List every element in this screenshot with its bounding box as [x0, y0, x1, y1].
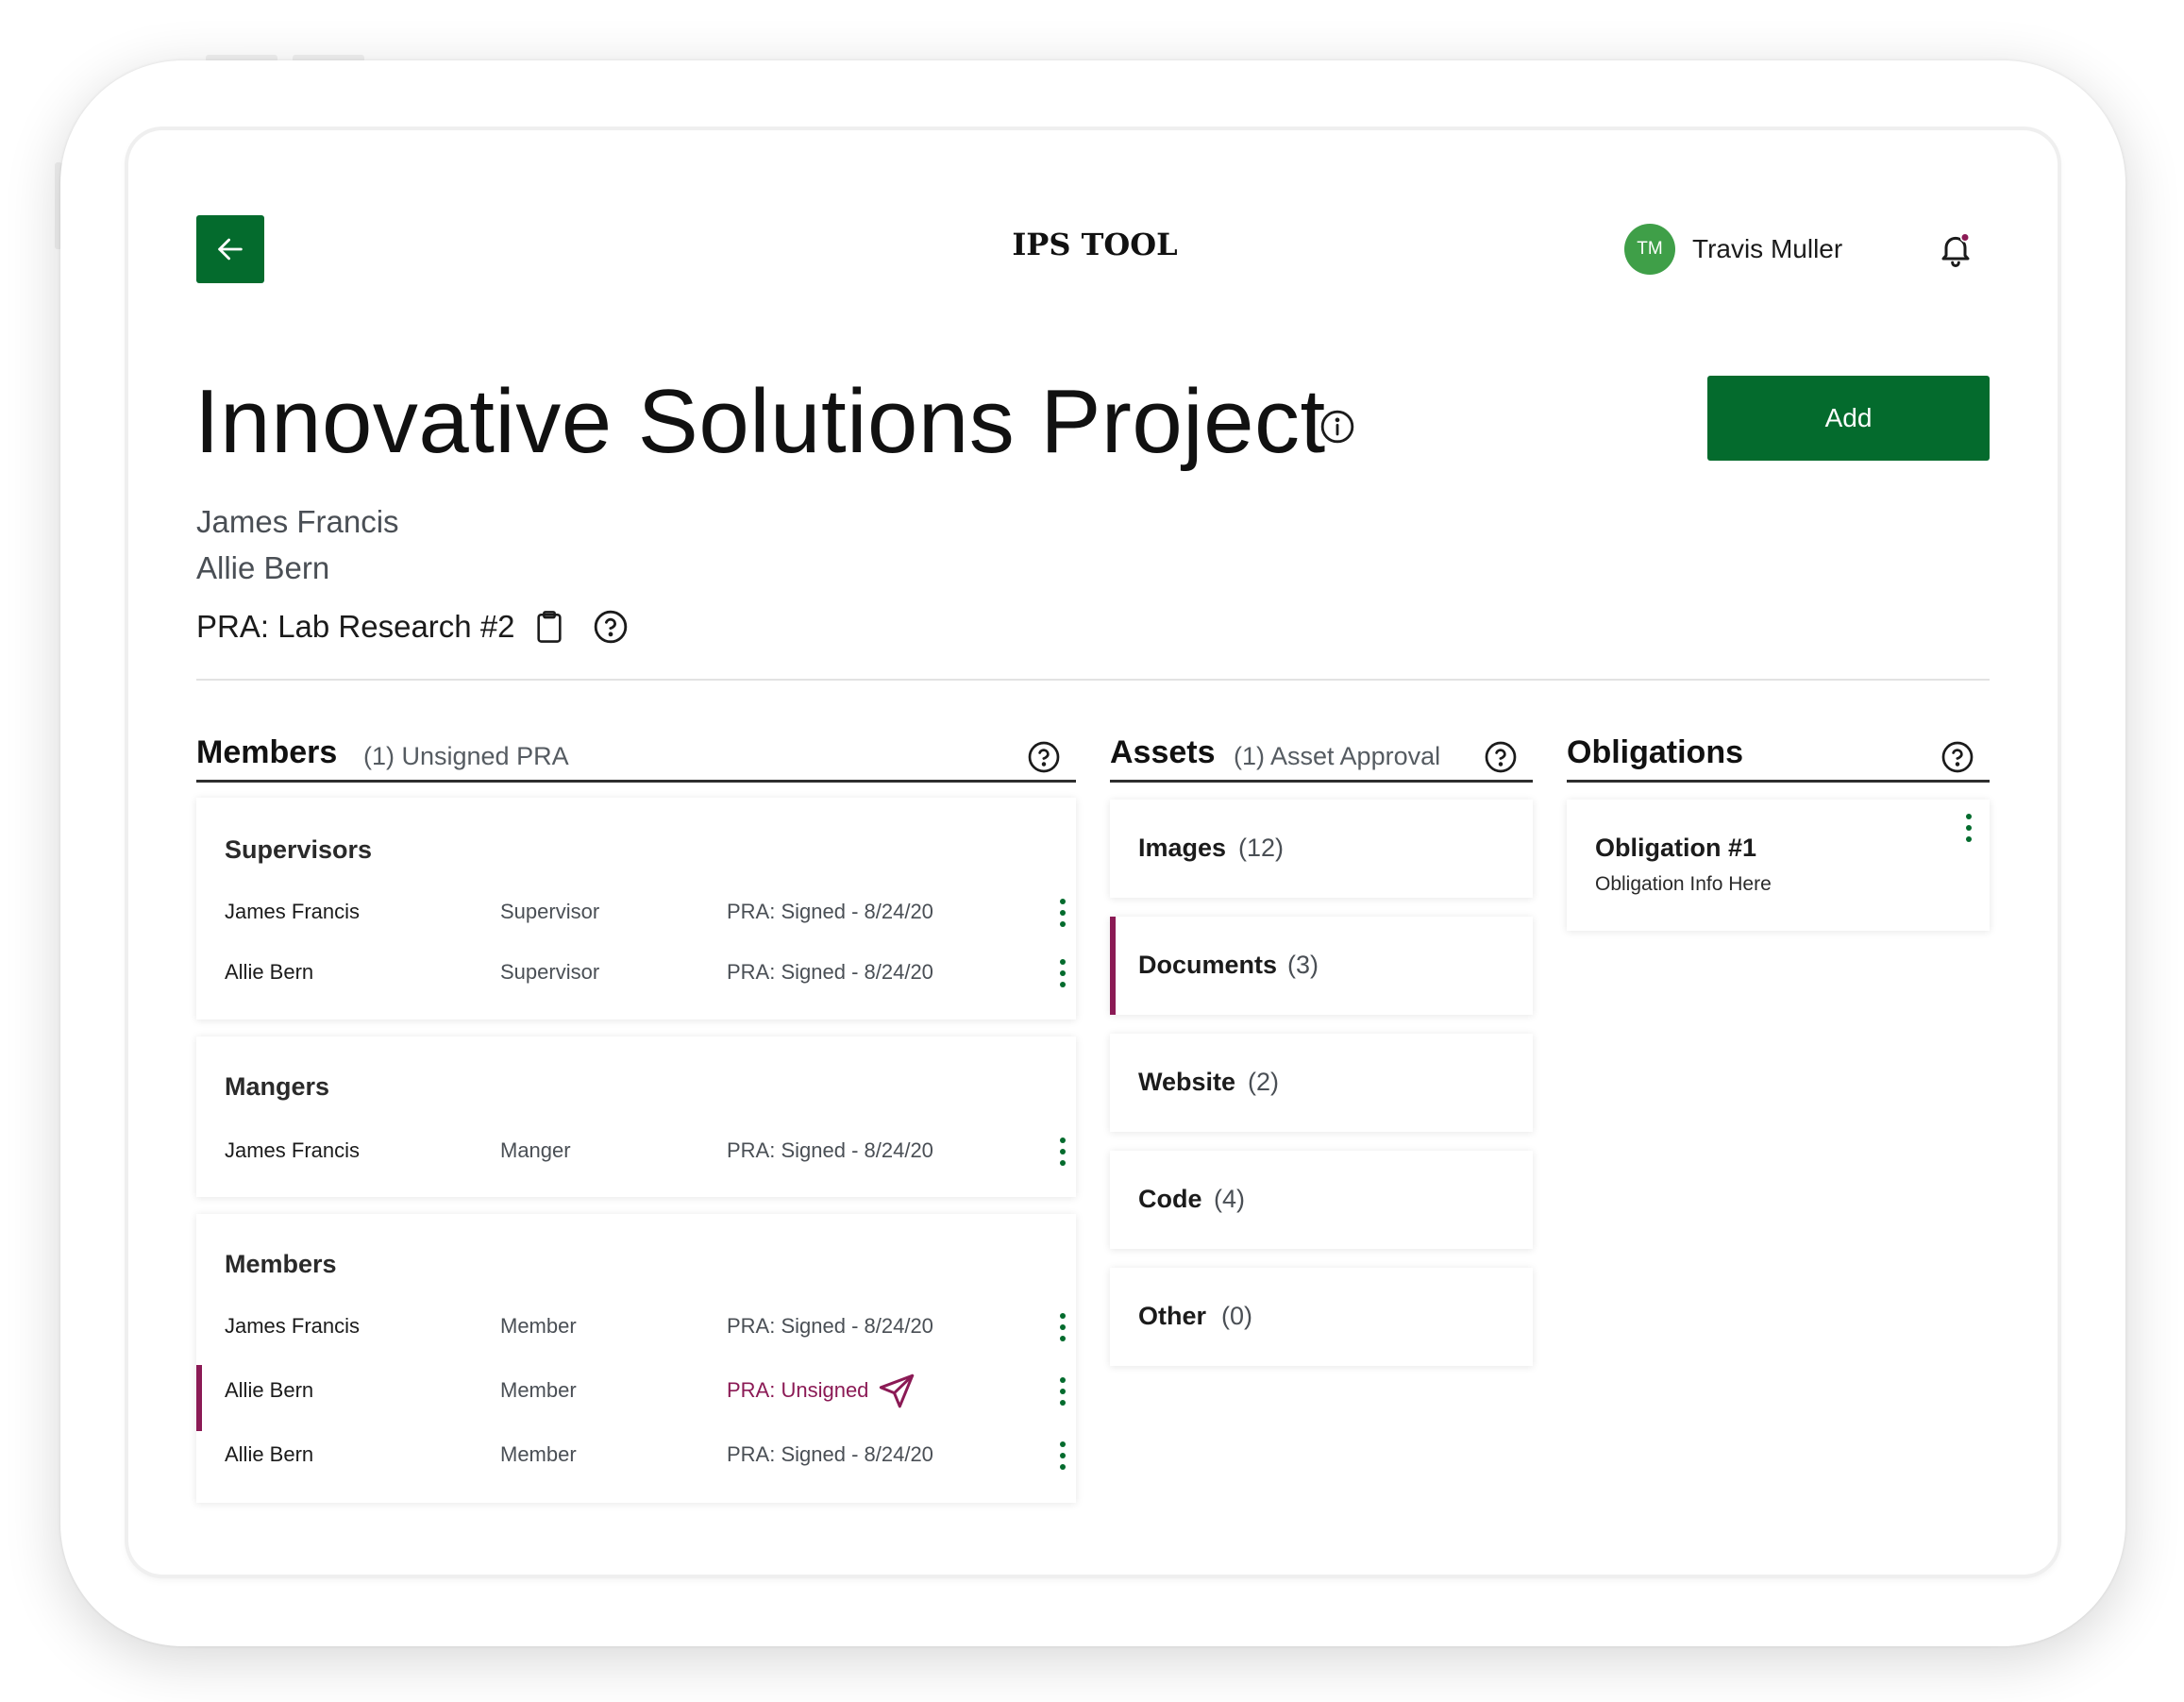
asset-count: (2) [1248, 1068, 1279, 1096]
table-row[interactable]: James Francis Supervisor PRA: Signed - 8… [196, 894, 1076, 932]
pra-status: PRA: Signed - 8/24/20 [727, 1442, 933, 1466]
asset-count: (0) [1221, 1302, 1252, 1330]
send-icon[interactable] [878, 1373, 916, 1410]
asset-label: Code [1138, 1185, 1202, 1213]
supervisors-card: Supervisors James Francis Supervisor PRA… [196, 798, 1076, 1020]
member-name: James Francis [225, 900, 361, 923]
member-name: Allie Bern [225, 1378, 314, 1402]
table-row[interactable]: James Francis Member PRA: Signed - 8/24/… [196, 1308, 1076, 1346]
member-name: James Francis [225, 1138, 361, 1162]
member-role: Member [500, 1314, 577, 1338]
page-title: Innovative Solutions Project [194, 371, 1326, 472]
pra-status: PRA: Signed - 8/24/20 [727, 1138, 933, 1162]
asset-label: Website [1138, 1068, 1236, 1096]
arrow-left-icon [214, 233, 246, 265]
back-button[interactable] [196, 215, 264, 283]
members-header: Members (1) Unsigned PRA [196, 733, 1076, 783]
pra-status: PRA: Signed - 8/24/20 [727, 1314, 933, 1338]
member-role: Member [500, 1442, 577, 1466]
member-name: Allie Bern [225, 960, 314, 984]
add-button[interactable]: Add [1707, 376, 1990, 461]
help-icon[interactable] [1484, 740, 1518, 774]
asset-count: (12) [1238, 834, 1285, 862]
obligation-title: Obligation #1 [1595, 834, 1757, 862]
member-role: Member [500, 1378, 577, 1402]
pra-status: PRA: Signed - 8/24/20 [727, 960, 933, 984]
pra-status-unsigned: PRA: Unsigned [727, 1378, 869, 1402]
obligations-title: Obligations [1567, 734, 1743, 770]
notification-bell-icon[interactable] [1937, 230, 1974, 268]
member-role: Manger [500, 1138, 571, 1162]
asset-item-code[interactable]: Code (4) [1110, 1151, 1533, 1249]
more-vert-icon[interactable] [1053, 1441, 1072, 1471]
asset-count: (4) [1214, 1185, 1245, 1213]
row-highlight-bar [196, 1365, 202, 1431]
more-vert-icon[interactable] [1053, 1376, 1072, 1407]
asset-label: Images [1138, 834, 1227, 862]
more-vert-icon[interactable] [1053, 898, 1072, 928]
asset-label: Documents [1138, 951, 1278, 979]
user-name[interactable]: Travis Muller [1692, 234, 1842, 264]
more-vert-icon[interactable] [1053, 1137, 1072, 1167]
member-role: Supervisor [500, 900, 600, 923]
group-title: Supervisors [225, 835, 373, 864]
member-name: Allie Bern [225, 1442, 314, 1466]
app-title: IPS TOOL [1012, 227, 1178, 262]
asset-highlight-bar [1110, 917, 1116, 1015]
pra-label: PRA: Lab Research #2 [196, 609, 515, 644]
clipboard-icon[interactable] [533, 609, 565, 645]
project-person: Allie Bern [196, 550, 330, 585]
member-role: Supervisor [500, 960, 600, 984]
obligation-info: Obligation Info Here [1595, 873, 1772, 895]
help-icon[interactable] [593, 609, 629, 645]
help-icon[interactable] [1940, 740, 1974, 774]
obligations-header: Obligations [1567, 733, 1990, 783]
pra-status: PRA: Signed - 8/24/20 [727, 900, 933, 923]
section-divider [196, 679, 1990, 681]
table-row-unsigned[interactable]: Allie Bern Member PRA: Unsigned [196, 1365, 1076, 1431]
asset-item-documents[interactable]: Documents (3) [1110, 917, 1533, 1015]
table-row[interactable]: James Francis Manger PRA: Signed - 8/24/… [196, 1133, 1076, 1171]
project-person: James Francis [196, 504, 399, 539]
table-row[interactable]: Allie Bern Supervisor PRA: Signed - 8/24… [196, 954, 1076, 992]
group-title: Members [225, 1250, 337, 1278]
asset-item-website[interactable]: Website (2) [1110, 1034, 1533, 1132]
managers-card: Mangers James Francis Manger PRA: Signed… [196, 1036, 1076, 1197]
asset-item-other[interactable]: Other (0) [1110, 1268, 1533, 1366]
more-vert-icon[interactable] [1959, 813, 1978, 843]
members-title: Members [196, 734, 338, 770]
help-icon[interactable] [1027, 740, 1061, 774]
member-name: James Francis [225, 1314, 361, 1338]
obligation-card[interactable]: Obligation #1 Obligation Info Here [1567, 800, 1990, 931]
assets-header: Assets (1) Asset Approval [1110, 733, 1533, 783]
group-title: Mangers [225, 1072, 330, 1101]
more-vert-icon[interactable] [1053, 1312, 1072, 1342]
info-icon[interactable] [1319, 409, 1355, 445]
more-vert-icon[interactable] [1053, 958, 1072, 988]
assets-title: Assets [1110, 734, 1216, 770]
table-row[interactable]: Allie Bern Member PRA: Signed - 8/24/20 [196, 1437, 1076, 1475]
assets-subtitle: (1) Asset Approval [1234, 742, 1441, 770]
asset-label: Other [1138, 1302, 1207, 1330]
asset-item-images[interactable]: Images (12) [1110, 800, 1533, 898]
asset-count: (3) [1287, 951, 1319, 979]
members-card: Members James Francis Member PRA: Signed… [196, 1214, 1076, 1503]
members-subtitle: (1) Unsigned PRA [363, 742, 569, 770]
avatar[interactable]: TM [1624, 224, 1675, 275]
